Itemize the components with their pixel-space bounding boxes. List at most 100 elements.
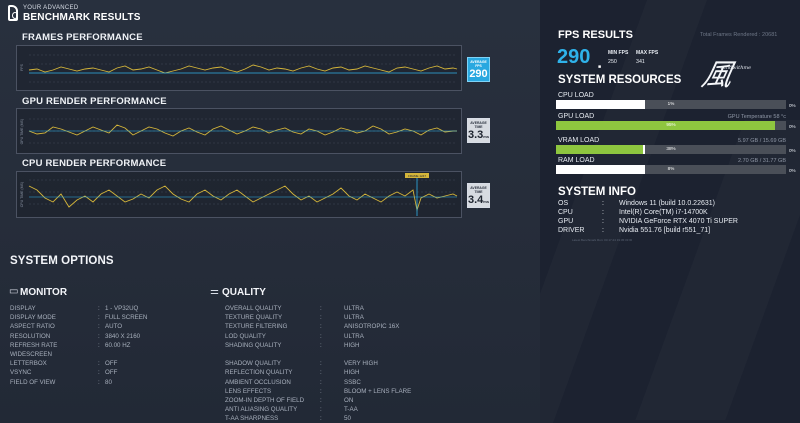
setting-separator: : (320, 314, 322, 322)
resource-bar-label: VRAM LOAD (558, 137, 600, 144)
setting-row: SHADING QUALITY: HIGH (225, 342, 485, 350)
signature-text: windwithme (720, 65, 752, 71)
system-resources-title: SYSTEM RESOURCES (558, 74, 682, 86)
setting-row: ANTI ALIASING QUALITY: T-AA (225, 406, 485, 414)
system-info-row: CPU: Intel(R) Core(TM) i7-14700K (558, 209, 788, 218)
system-info-separator: : (602, 218, 604, 225)
resource-bar-label: GPU LOAD (558, 113, 595, 120)
resource-bar-detail: 5.97 GB / 15.69 GB (737, 138, 786, 144)
cpu-series-line (28, 185, 458, 212)
setting-name: LENS EFFECTS (225, 387, 272, 395)
gpu-chart: GPU TIME (MS) (16, 108, 462, 154)
setting-separator: : (320, 369, 322, 377)
system-info-key: CPU (558, 209, 573, 216)
setting-name: RESOLUTION (10, 332, 51, 340)
setting-separator: : (320, 332, 322, 340)
header-title: BENCHMARK RESULTS (23, 12, 141, 23)
setting-value: 1 - VP32UQ (105, 305, 139, 312)
resource-bar-right-value: 0% (789, 103, 796, 108)
setting-name: AMBIENT OCCLUSION (225, 378, 291, 386)
setting-value: 50 (344, 415, 351, 423)
gpu-chart-title: GPU RENDER PERFORMANCE (22, 96, 167, 107)
cpu-average-time-value: 3.4 (468, 194, 484, 206)
cpu-chart-svg: FRAME 1247 (28, 173, 458, 216)
resource-bar-track: 95% (556, 121, 786, 130)
setting-row: ZOOM-IN DEPTH OF FIELD: ON (225, 397, 485, 405)
system-info-value: Windows 11 (build 10.0.22631) (619, 200, 715, 207)
frames-chart-title: FRAMES PERFORMANCE (22, 32, 143, 43)
setting-value: ULTRA (344, 332, 364, 340)
resource-bar-track: 38% (556, 145, 786, 154)
setting-separator: : (320, 341, 322, 349)
setting-separator: : (98, 305, 100, 312)
setting-value: ON (344, 397, 354, 404)
cpu-chart-title: CPU RENDER PERFORMANCE (22, 158, 167, 169)
resource-bar-label: CPU LOAD (558, 92, 594, 99)
setting-name: TEXTURE QUALITY (225, 314, 283, 322)
system-info-key: GPU (558, 218, 574, 225)
setting-name: REFLECTION QUALITY (225, 369, 293, 377)
setting-name: OVERALL QUALITY (225, 305, 282, 312)
frames-chart: FPS (16, 45, 462, 91)
gpu-average-time-badge: AVERAGE TIME 3.3ms (467, 118, 490, 143)
max-fps-value: 341 (636, 59, 645, 65)
setting-name: WIDESCREEN (10, 351, 52, 358)
total-frames-rendered: Total Frames Rendered : 20681 (700, 32, 778, 38)
cpu-chart: FRAME 1247 CPU TIME (MS) (16, 171, 462, 218)
setting-value: AUTO (105, 323, 123, 331)
setting-value: FULL SCREEN (105, 314, 148, 322)
resource-bar-right-value: 0% (789, 124, 796, 129)
setting-row: T-AA SHARPNESS: 50 (225, 415, 485, 423)
resource-bar-percent: 38% (666, 146, 676, 151)
setting-value: ULTRA (344, 305, 364, 312)
cpu-marker-label: FRAME 1247 (408, 174, 426, 178)
resource-bar-right-value: 0% (789, 148, 796, 153)
frames-chart-svg (28, 54, 458, 83)
setting-separator: : (320, 397, 322, 404)
setting-row: LOD QUALITY: ULTRA (225, 333, 485, 341)
setting-row: AMBIENT OCCLUSION: SSBC (225, 379, 485, 387)
setting-value: HIGH (344, 369, 360, 377)
setting-value: ULTRA (344, 314, 364, 322)
system-info-separator: : (602, 209, 604, 216)
setting-name: SHADING QUALITY (225, 341, 282, 349)
setting-separator: : (320, 323, 322, 331)
cpu-average-time-unit: ms (483, 199, 490, 204)
setting-row (225, 351, 485, 359)
system-info-title: SYSTEM INFO (558, 186, 636, 198)
setting-name: VSYNC (10, 369, 32, 377)
frames-series-line (28, 64, 458, 74)
fps-results-title: FPS RESULTS (558, 29, 633, 41)
setting-name: SHADOW QUALITY (225, 360, 282, 368)
setting-value: VERY HIGH (344, 360, 378, 368)
max-fps-label: MAX FPS (636, 50, 659, 56)
min-fps-label: MIN FPS (608, 50, 629, 56)
system-info-value: NVIDIA GeForce RTX 4070 Ti SUPER (619, 218, 738, 225)
gpu-chart-svg (28, 118, 457, 144)
setting-separator: : (98, 360, 100, 368)
system-info-row: OS: Windows 11 (build 10.0.22631) (558, 200, 788, 209)
setting-separator: : (320, 378, 322, 386)
cpu-average-time-label: AVERAGE TIME (470, 186, 487, 194)
system-info-row: DRIVER: Nvidia 551.76 [build r551_71] (558, 227, 788, 236)
setting-separator: : (98, 378, 100, 386)
resource-bar-label: RAM LOAD (558, 157, 595, 164)
setting-separator: : (98, 314, 100, 322)
setting-row: LENS EFFECTS: BLOOM + LENS FLARE (225, 388, 485, 396)
setting-separator: : (98, 369, 100, 377)
average-fps-badge: AVERAGE FPS 290 (467, 57, 490, 82)
setting-name: T-AA SHARPNESS (225, 415, 279, 423)
setting-separator: : (320, 305, 322, 312)
setting-value: BLOOM + LENS FLARE (344, 387, 412, 395)
setting-name: LOD QUALITY (225, 332, 266, 340)
system-info-separator: : (602, 227, 604, 234)
resource-bar-right-value: 0% (789, 168, 796, 173)
cpu-average-time-badge: AVERAGE TIME 3.4ms (467, 183, 490, 208)
setting-name: DISPLAY MODE (10, 314, 56, 322)
setting-row: SHADOW QUALITY: VERY HIGH (225, 360, 485, 368)
setting-value: ANISOTROPIC 16X (344, 323, 400, 331)
system-options-title: SYSTEM OPTIONS (10, 255, 114, 267)
setting-name: LETTERBOX (10, 360, 47, 368)
setting-separator: : (98, 341, 100, 349)
setting-name: ZOOM-IN DEPTH OF FIELD (225, 397, 305, 404)
